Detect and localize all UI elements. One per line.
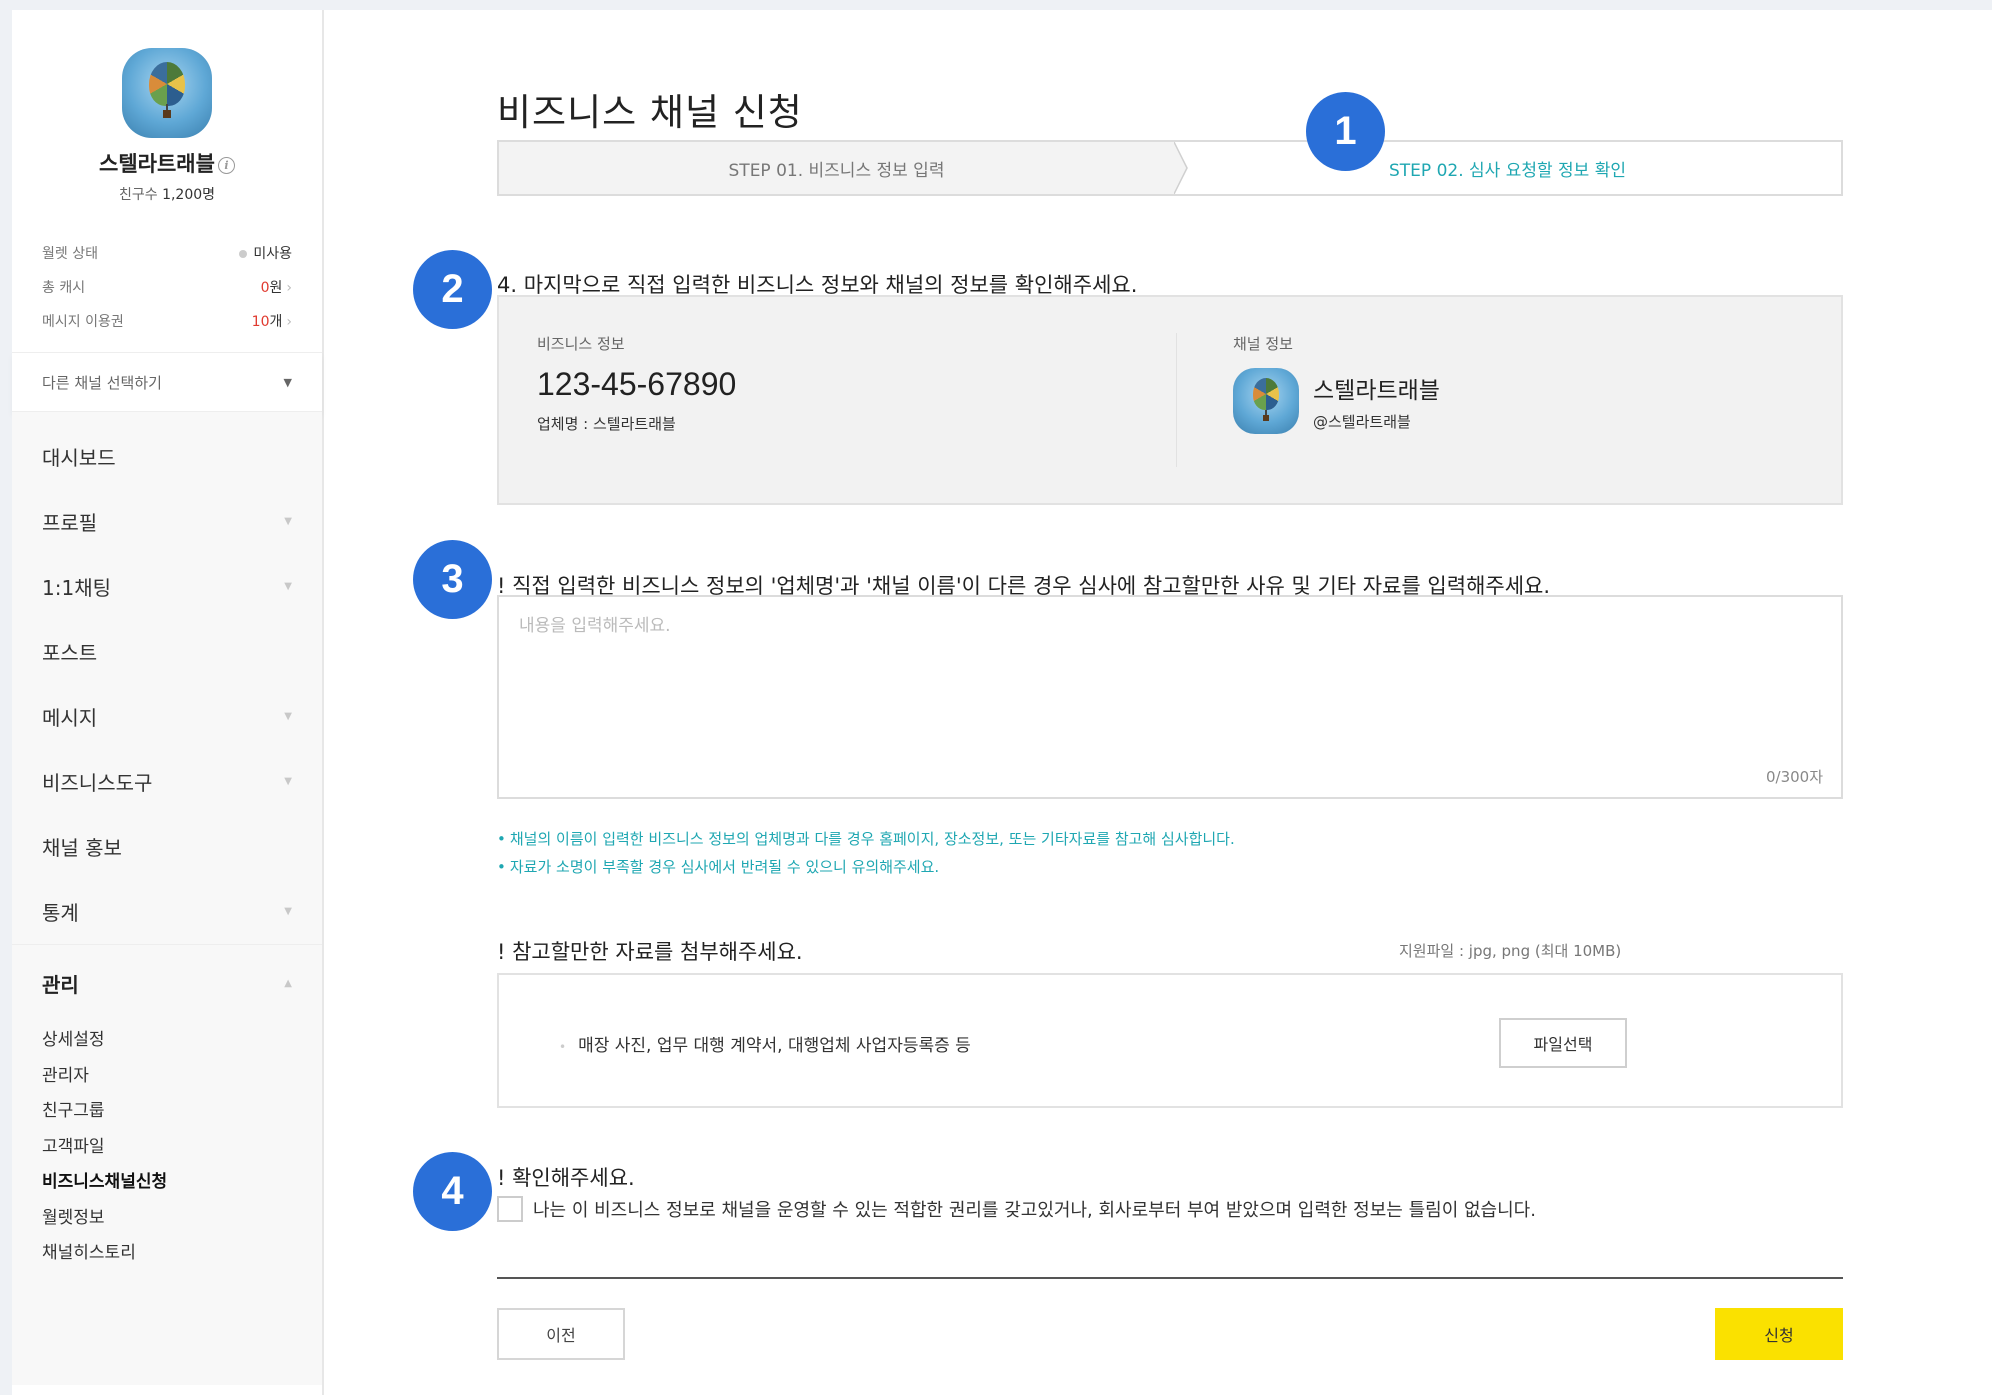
step-2: STEP 02. 심사 요청할 정보 확인: [1389, 160, 1626, 181]
manage-sub-list: 상세설정 관리자 친구그룹 고객파일 비즈니스채널신청 월렛정보 채널히스토리: [12, 1016, 322, 1289]
friends-count: 친구수 1,200명: [12, 184, 322, 204]
channel-avatar[interactable]: [122, 48, 212, 138]
confirm-text[interactable]: 나는 이 비즈니스 정보로 채널을 운영할 수 있는 적합한 권리를 갖고있거나…: [533, 1196, 1536, 1222]
reason-textarea-wrapper: 0/300자: [497, 595, 1843, 799]
business-info: 비즈니스 정보 123-45-67890 업체명 : 스텔라트래블: [537, 333, 1177, 467]
channel-info-avatar: [1233, 368, 1299, 434]
nav-item-channel-promo[interactable]: 채널 홍보: [12, 814, 322, 879]
business-info-label: 비즈니스 정보: [537, 335, 625, 353]
note-1: 채널의 이름이 입력한 비즈니스 정보의 업체명과 다를 경우 홈페이지, 장소…: [497, 828, 1235, 849]
page-title: 비즈니스 채널 신청: [497, 91, 803, 134]
sub-item-business-channel[interactable]: 비즈니스채널신청: [42, 1162, 292, 1198]
file-select-button[interactable]: 파일선택: [1499, 1018, 1627, 1068]
wallet-status-value: 미사용: [239, 243, 292, 263]
attach-hint: 지원파일 : jpg, png (최대 10MB): [1399, 942, 1622, 960]
balloon-icon: [1253, 378, 1279, 410]
channel-select-dropdown[interactable]: 다른 채널 선택하기 ▼: [12, 352, 322, 412]
caret-up-icon: ▲: [284, 978, 292, 989]
nav-item-business-tools[interactable]: 비즈니스도구 ▼: [12, 749, 322, 814]
channel-info-label: 채널 정보: [1233, 335, 1293, 353]
wallet-status-row: 월렛 상태 미사용: [42, 236, 292, 270]
step-indicator: STEP 01. 비즈니스 정보 입력 STEP 02. 심사 요청할 정보 확…: [497, 140, 1843, 196]
badge-1: 1: [1306, 92, 1385, 171]
submit-button[interactable]: 신청: [1715, 1308, 1843, 1360]
confirm-row: 나는 이 비즈니스 정보로 채널을 운영할 수 있는 적합한 권리를 갖고있거나…: [497, 1196, 1536, 1222]
nav-item-manage[interactable]: 관리 ▲: [12, 951, 322, 1016]
bullet-icon: •: [559, 1040, 567, 1054]
nav-item-profile[interactable]: 프로필 ▼: [12, 489, 322, 554]
channel-name-text: 스텔라트래블: [99, 152, 215, 176]
reason-textarea[interactable]: [499, 597, 1841, 797]
sub-item-settings[interactable]: 상세설정: [42, 1020, 292, 1056]
channel-name: 스텔라트래블 i: [12, 148, 322, 178]
caret-down-icon: ▼: [284, 906, 292, 917]
badge-4: 4: [413, 1152, 492, 1231]
caret-down-icon: ▼: [284, 516, 292, 527]
main-content: 비즈니스 채널 신청 STEP 01. 비즈니스 정보 입력 STEP 02. …: [324, 10, 1992, 1395]
divider: [497, 1277, 1843, 1279]
attach-title: ! 참고할만한 자료를 첨부해주세요.: [497, 940, 803, 964]
step-1: STEP 01. 비즈니스 정보 입력: [499, 142, 1188, 194]
nav-item-chat[interactable]: 1:1채팅 ▼: [12, 554, 322, 619]
channel-info-handle: @스텔라트래블: [1313, 412, 1411, 431]
balloon-icon: [149, 62, 185, 106]
caret-down-icon: ▼: [284, 581, 292, 592]
app-frame: 스텔라트래블 i 친구수 1,200명 월렛 상태 미사용 총 캐시 0원 › 메시…: [12, 10, 1992, 1395]
caret-down-icon: ▼: [284, 711, 292, 722]
sub-item-history[interactable]: 채널히스토리: [42, 1233, 292, 1269]
message-voucher-value: 10개 ›: [251, 314, 292, 330]
channel-select-label: 다른 채널 선택하기: [42, 373, 162, 392]
nav-item-dashboard[interactable]: 대시보드: [12, 424, 322, 489]
nav-item-stats[interactable]: 통계 ▼: [12, 879, 322, 944]
nav-item-post[interactable]: 포스트: [12, 619, 322, 684]
sidebar: 스텔라트래블 i 친구수 1,200명 월렛 상태 미사용 총 캐시 0원 › 메시…: [12, 10, 324, 1395]
caret-down-icon: ▼: [284, 776, 292, 787]
business-company: 업체명 : 스텔라트래블: [537, 415, 676, 433]
sub-item-wallet[interactable]: 월렛정보: [42, 1198, 292, 1234]
confirm-title: ! 확인해주세요.: [497, 1166, 635, 1190]
sub-item-friend-groups[interactable]: 친구그룹: [42, 1091, 292, 1127]
total-cash-row[interactable]: 총 캐시 0원 ›: [42, 270, 292, 304]
sub-item-customer-files[interactable]: 고객파일: [42, 1127, 292, 1163]
char-counter: 0/300자: [1765, 768, 1823, 786]
message-voucher-row[interactable]: 메시지 이용권 10개 ›: [42, 304, 292, 338]
prev-button[interactable]: 이전: [497, 1308, 625, 1360]
nav-item-message[interactable]: 메시지 ▼: [12, 684, 322, 749]
channel-profile: 스텔라트래블 i 친구수 1,200명: [12, 10, 322, 204]
total-cash-value: 0원 ›: [260, 280, 292, 296]
badge-3: 3: [413, 540, 492, 619]
caret-down-icon: ▼: [283, 375, 292, 389]
note-2: 자료가 소명이 부족할 경우 심사에서 반려될 수 있으니 유의해주세요.: [497, 856, 939, 877]
sidebar-nav: 대시보드 프로필 ▼ 1:1채팅 ▼ 포스트 메시지 ▼ 비즈니스도구 ▼ 채널 홍보 …: [12, 412, 322, 1385]
business-number: 123-45-67890: [537, 366, 737, 402]
chevron-right-icon: ›: [286, 314, 292, 330]
nav-section-manage: 관리 ▲ 상세설정 관리자 친구그룹 고객파일 비즈니스채널신청 월렛정보 채널히…: [12, 944, 322, 1289]
attach-item: • 매장 사진, 업무 대행 계약서, 대행업체 사업자등록증 등: [559, 1036, 971, 1056]
message-voucher-label: 메시지 이용권: [42, 314, 124, 330]
wallet-status-label: 월렛 상태: [42, 246, 98, 262]
step-arrow-icon: [1174, 142, 1188, 194]
chevron-right-icon: ›: [286, 280, 292, 296]
wallet-stats: 월렛 상태 미사용 총 캐시 0원 › 메시지 이용권 10개 ›: [12, 236, 322, 338]
info-icon[interactable]: i: [217, 156, 235, 174]
badge-2: 2: [413, 250, 492, 329]
attach-box: • 매장 사진, 업무 대행 계약서, 대행업체 사업자등록증 등 파일선택: [497, 973, 1843, 1108]
channel-info: 채널 정보 스텔라트래블 @스텔라트래블: [1177, 333, 1803, 467]
info-summary-box: 비즈니스 정보 123-45-67890 업체명 : 스텔라트래블 채널 정보 …: [497, 295, 1843, 505]
friends-value: 1,200명: [162, 187, 216, 203]
status-dot-icon: [239, 250, 248, 258]
sub-item-admins[interactable]: 관리자: [42, 1056, 292, 1092]
channel-info-name: 스텔라트래블: [1313, 377, 1440, 404]
friends-label: 친구수: [118, 187, 158, 203]
confirm-checkbox[interactable]: [497, 1196, 523, 1222]
total-cash-label: 총 캐시: [42, 280, 86, 296]
